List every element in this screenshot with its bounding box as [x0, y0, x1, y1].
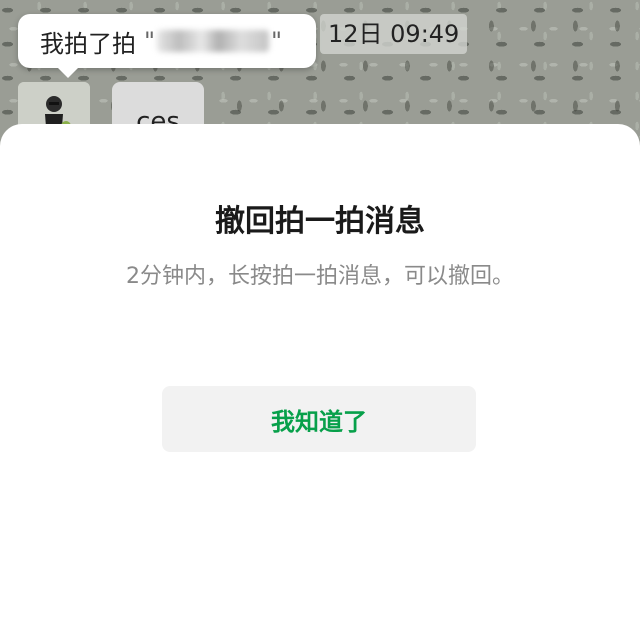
pat-message-bubble[interactable]: 我拍了拍 " " [18, 14, 316, 78]
pat-close-quote: " [271, 27, 283, 55]
blurred-username [157, 30, 270, 52]
got-it-button[interactable]: 我知道了 [162, 386, 476, 452]
message-timestamp: 12日 09:49 [320, 14, 468, 54]
dialog-subtitle: 2分钟内，长按拍一拍消息，可以撤回。 [126, 264, 514, 289]
pat-message-prefix: 我拍了拍 [40, 29, 136, 58]
dialog-title: 撤回拍一拍消息 [215, 204, 425, 239]
withdraw-pat-dialog: 撤回拍一拍消息 2分钟内，长按拍一拍消息，可以撤回。 我知道了 [0, 124, 640, 618]
pat-open-quote: " [144, 27, 156, 55]
